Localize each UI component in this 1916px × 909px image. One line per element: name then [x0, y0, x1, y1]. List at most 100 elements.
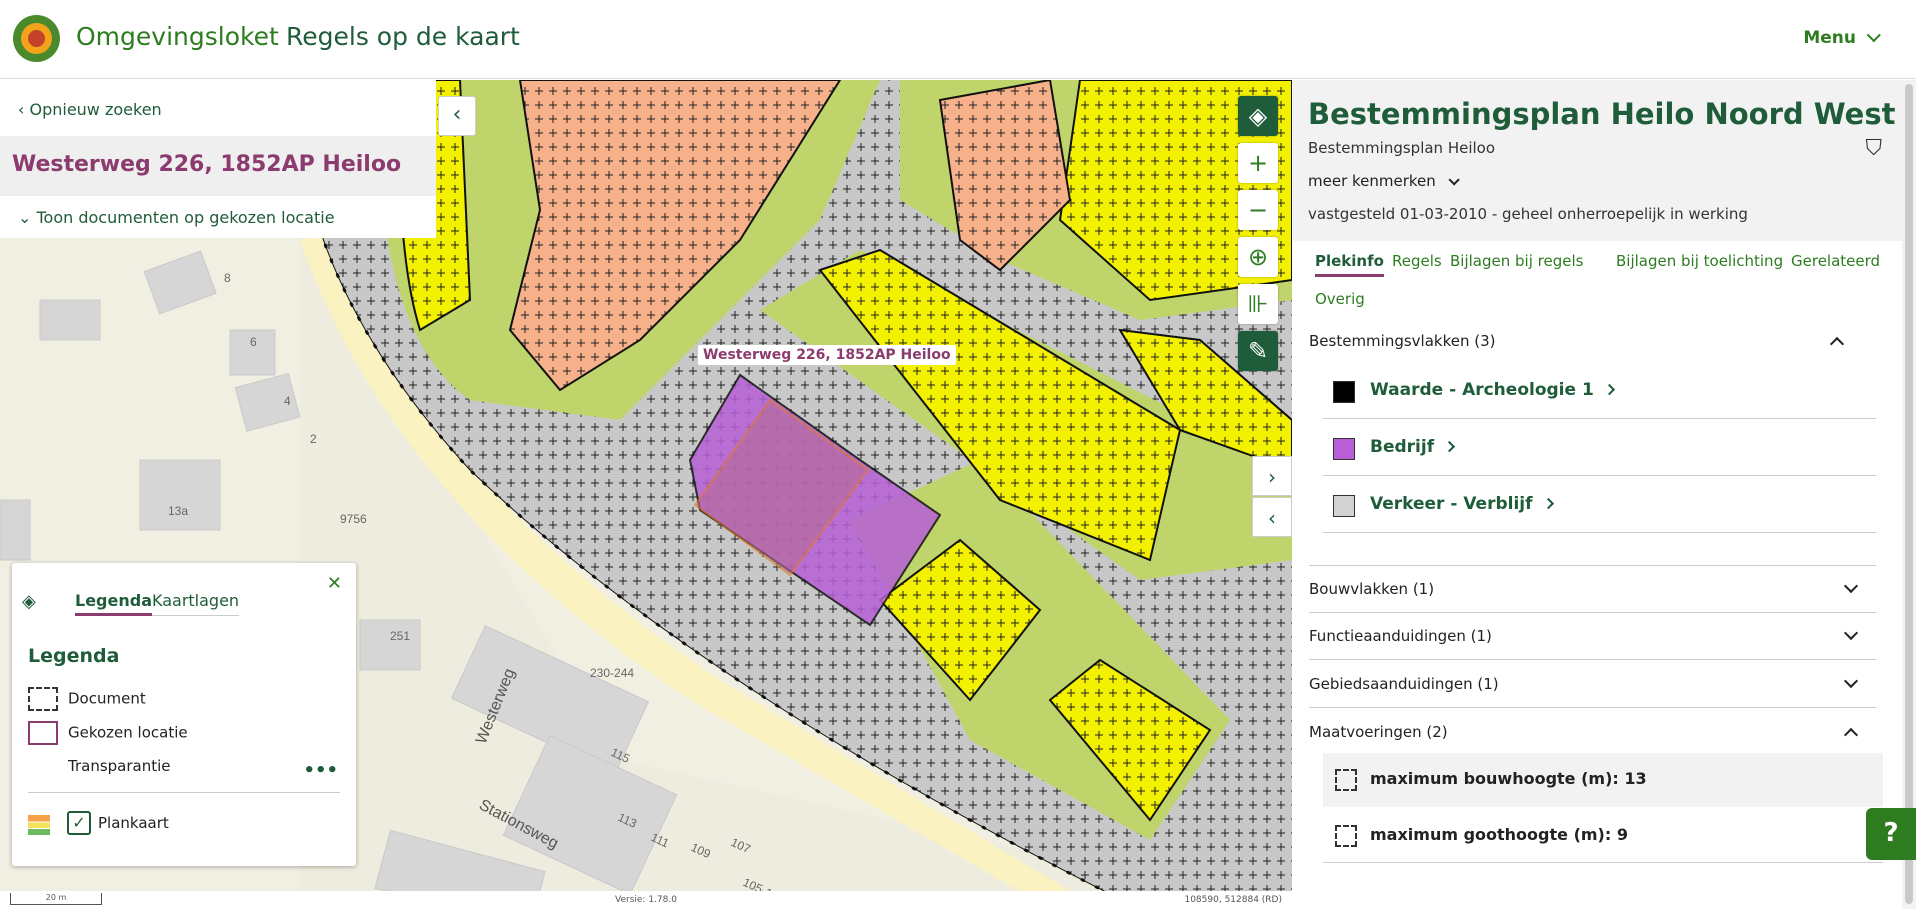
header: Omgevingsloket Regels op de kaart Menu: [0, 0, 1916, 79]
location-marker-label: Westerweg 226, 1852AP Heiloo: [698, 345, 956, 365]
map-toolbar: ◈ + − ⊕ ⊪ ✎: [1238, 96, 1278, 378]
app-name[interactable]: Omgevingsloket: [76, 22, 279, 51]
svg-text:4: 4: [284, 394, 291, 408]
locate-icon[interactable]: ⊕: [1238, 237, 1278, 277]
chevron-down-icon: [1866, 28, 1881, 43]
scale-bar: 20 m: [10, 893, 102, 905]
maatvoering-label: maximum goothoogte (m): 9: [1370, 825, 1628, 844]
version-label: Versie: 1.78.0: [615, 895, 677, 905]
coordinates-label: 108590, 512884 (RD): [1184, 895, 1282, 905]
close-icon[interactable]: ✕: [327, 573, 342, 594]
svg-text:6: 6: [250, 335, 257, 349]
plan-title: Bestemmingsplan Heilo Noord West: [1308, 97, 1896, 131]
section-functieaanduidingen[interactable]: Functieaanduidingen (1): [1309, 613, 1876, 660]
maatvoering-label: maximum bouwhoogte (m): 13: [1370, 769, 1647, 788]
maatvoering-item: maximum bouwhoogte (m): 13: [1323, 753, 1883, 807]
panel-scrollbar[interactable]: [1902, 80, 1916, 909]
scrollbar-thumb[interactable]: [1905, 84, 1913, 904]
draw-icon[interactable]: ✎: [1238, 331, 1278, 371]
tab-gerelateerd[interactable]: Gerelateerd: [1791, 252, 1880, 270]
selected-address: Westerweg 226, 1852AP Heiloo: [12, 152, 402, 177]
tab-regels[interactable]: Regels: [1392, 252, 1442, 270]
section-maatvoeringen[interactable]: Maatvoeringen (2): [1309, 709, 1876, 755]
legend-divider: [28, 792, 340, 793]
legend-heading: Legenda: [28, 645, 120, 667]
collapse-panel-button[interactable]: ‹: [438, 96, 476, 136]
tab-bijlagen-toelichting[interactable]: Bijlagen bij toelichting: [1616, 252, 1783, 270]
more-options-icon[interactable]: •••: [303, 760, 338, 781]
bestemming-item[interactable]: Bedrijf: [1323, 420, 1876, 476]
measure-icon[interactable]: ⊪: [1238, 284, 1278, 324]
section-functie-title: Functieaanduidingen (1): [1309, 627, 1492, 645]
menu-button[interactable]: Menu: [1803, 28, 1881, 48]
bestemming-swatch: [1333, 381, 1355, 403]
plankaart-checkbox[interactable]: ✓: [67, 811, 91, 835]
new-search-link[interactable]: ‹ Opnieuw zoeken: [18, 100, 162, 119]
bestemming-item[interactable]: Waarde - Archeologie 1: [1323, 363, 1876, 419]
document-swatch: [28, 687, 58, 711]
svg-text:8: 8: [224, 271, 231, 285]
chevron-left-icon: ‹: [18, 100, 30, 119]
legend-label-location: Gekozen locatie: [68, 723, 188, 742]
more-features-label: meer kenmerken: [1308, 172, 1436, 190]
show-documents-toggle[interactable]: ⌄ Toon documenten op gekozen locatie: [18, 208, 335, 227]
bestemming-swatch: [1333, 438, 1355, 460]
status-bar: 20 m Versie: 1.78.0 108590, 512884 (RD): [0, 891, 1292, 909]
svg-text:13a: 13a: [168, 504, 188, 518]
chevron-down-icon: [1448, 174, 1460, 186]
side-arrows: › ‹: [1252, 456, 1292, 538]
chevron-right-icon[interactable]: ›: [1252, 456, 1292, 496]
omgevingsloket-logo[interactable]: [13, 15, 60, 62]
chevron-left-icon[interactable]: ‹: [1252, 497, 1292, 537]
map-pin-icon[interactable]: ⛉: [1865, 136, 1882, 161]
tab-legenda[interactable]: Legenda: [75, 591, 152, 616]
section-bouwvlakken[interactable]: Bouwvlakken (1): [1309, 565, 1876, 613]
plankaart-label: Plankaart: [98, 814, 169, 832]
legend-item-location: Gekozen locatie: [28, 721, 188, 745]
plankaart-icon: [28, 815, 50, 835]
help-icon[interactable]: ?: [1866, 808, 1916, 860]
plan-header: Bestemmingsplan Heilo Noord West Bestemm…: [1293, 80, 1916, 241]
legend-item-document: Document: [28, 687, 146, 711]
app-subtitle: Regels op de kaart: [286, 22, 520, 51]
address-bar: Westerweg 226, 1852AP Heiloo: [0, 136, 436, 196]
info-panel: Bestemmingsplan Heilo Noord West Bestemm…: [1293, 80, 1916, 909]
show-documents-label: Toon documenten op gekozen locatie: [36, 208, 335, 227]
more-features-toggle[interactable]: meer kenmerken: [1308, 172, 1460, 190]
legend-label-document: Document: [68, 689, 146, 708]
layers-icon: ◈: [22, 591, 36, 612]
maatvoering-swatch: [1335, 769, 1357, 791]
plan-status: vastgesteld 01-03-2010 - geheel onherroe…: [1308, 205, 1748, 223]
svg-text:251: 251: [390, 629, 410, 643]
tab-kaartlagen[interactable]: Kaartlagen: [152, 591, 240, 616]
new-search-label: Opnieuw zoeken: [29, 100, 162, 119]
legend-panel: ◈ Legenda Kaartlagen ✕ Legenda Document …: [12, 563, 356, 866]
svg-text:9756: 9756: [340, 512, 367, 526]
tab-plekinfo[interactable]: Plekinfo: [1315, 252, 1384, 277]
zoom-out-icon[interactable]: −: [1238, 190, 1278, 230]
tab-bijlagen-regels[interactable]: Bijlagen bij regels: [1450, 252, 1583, 270]
chevron-down-icon: ⌄: [18, 208, 37, 227]
search-panel: ‹ Opnieuw zoeken Westerweg 226, 1852AP H…: [0, 80, 436, 238]
bestemming-swatch: [1333, 495, 1355, 517]
svg-text:230-244: 230-244: [590, 666, 634, 680]
tab-overig[interactable]: Overig: [1315, 290, 1365, 308]
zoom-in-icon[interactable]: +: [1238, 143, 1278, 183]
section-gebiedsaanduidingen[interactable]: Gebiedsaanduidingen (1): [1309, 661, 1876, 708]
bestemming-item[interactable]: Verkeer - Verblijf: [1323, 477, 1876, 533]
layers-icon[interactable]: ◈: [1238, 96, 1278, 136]
maatvoering-swatch: [1335, 825, 1357, 847]
plan-type: Bestemmingsplan Heiloo: [1308, 139, 1496, 157]
section-bouwvlakken-title: Bouwvlakken (1): [1309, 580, 1435, 598]
section-bestemmingsvlakken[interactable]: Bestemmingsvlakken (3): [1309, 318, 1862, 364]
bestemming-label: Verkeer - Verblijf: [1370, 494, 1554, 514]
section-bestemmingsvlakken-title: Bestemmingsvlakken (3): [1309, 332, 1496, 350]
bestemming-label: Bedrijf: [1370, 437, 1456, 457]
section-maatvoeringen-title: Maatvoeringen (2): [1309, 723, 1448, 741]
maatvoering-item: maximum goothoogte (m): 9: [1323, 809, 1883, 863]
location-swatch: [28, 721, 58, 745]
section-gebieds-title: Gebiedsaanduidingen (1): [1309, 675, 1499, 693]
legend-item-transparency: Transparantie: [68, 757, 171, 775]
menu-label: Menu: [1803, 28, 1856, 48]
bestemming-label: Waarde - Archeologie 1: [1370, 380, 1615, 400]
